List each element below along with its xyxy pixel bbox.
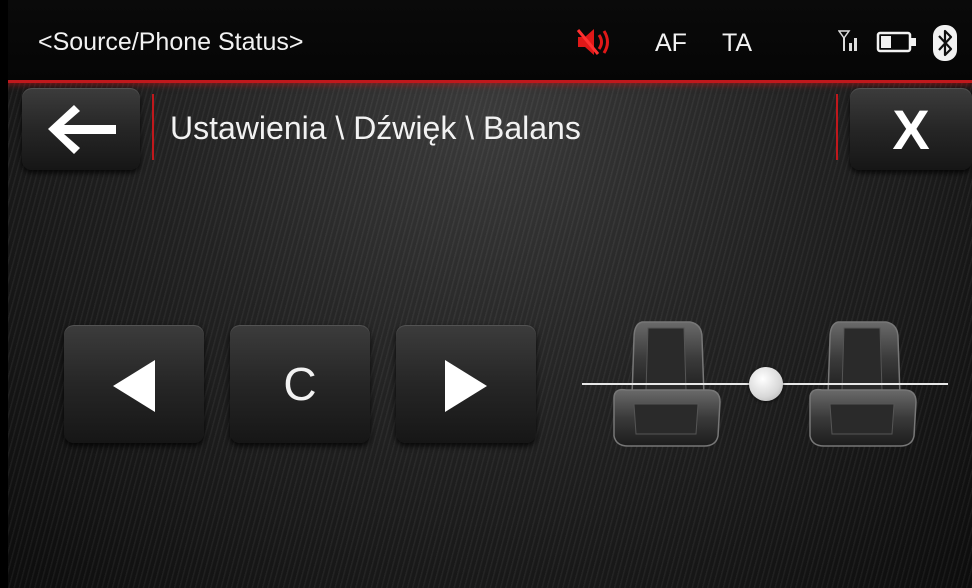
- battery-icon: [876, 31, 916, 53]
- arrow-left-icon: [48, 105, 116, 154]
- signal-icon: [838, 30, 857, 51]
- ta-indicator: TA: [722, 29, 753, 57]
- close-label: X: [892, 97, 930, 161]
- balance-right-button[interactable]: [396, 325, 536, 443]
- balance-center-button[interactable]: C: [230, 325, 370, 443]
- af-indicator: AF: [655, 29, 687, 57]
- balance-left-button[interactable]: [64, 325, 204, 443]
- breadcrumb: Ustawienia \ Dźwięk \ Balans: [170, 110, 581, 146]
- header-separator-left: [152, 94, 154, 160]
- triangle-left-icon: [113, 360, 155, 412]
- screen-bezel: [0, 0, 8, 588]
- triangle-right-icon: [445, 360, 487, 412]
- balance-slider-knob[interactable]: [749, 367, 783, 401]
- header-separator-right: [836, 94, 838, 160]
- status-bar: <Source/Phone Status> AF TA: [0, 0, 972, 83]
- close-button[interactable]: X: [850, 88, 972, 170]
- screen-background: [0, 0, 972, 588]
- center-label: C: [283, 358, 317, 410]
- speaker-muted-icon: [576, 29, 609, 55]
- back-button[interactable]: [22, 88, 140, 170]
- source-status-label[interactable]: <Source/Phone Status>: [38, 28, 303, 57]
- bluetooth-icon: [933, 25, 957, 61]
